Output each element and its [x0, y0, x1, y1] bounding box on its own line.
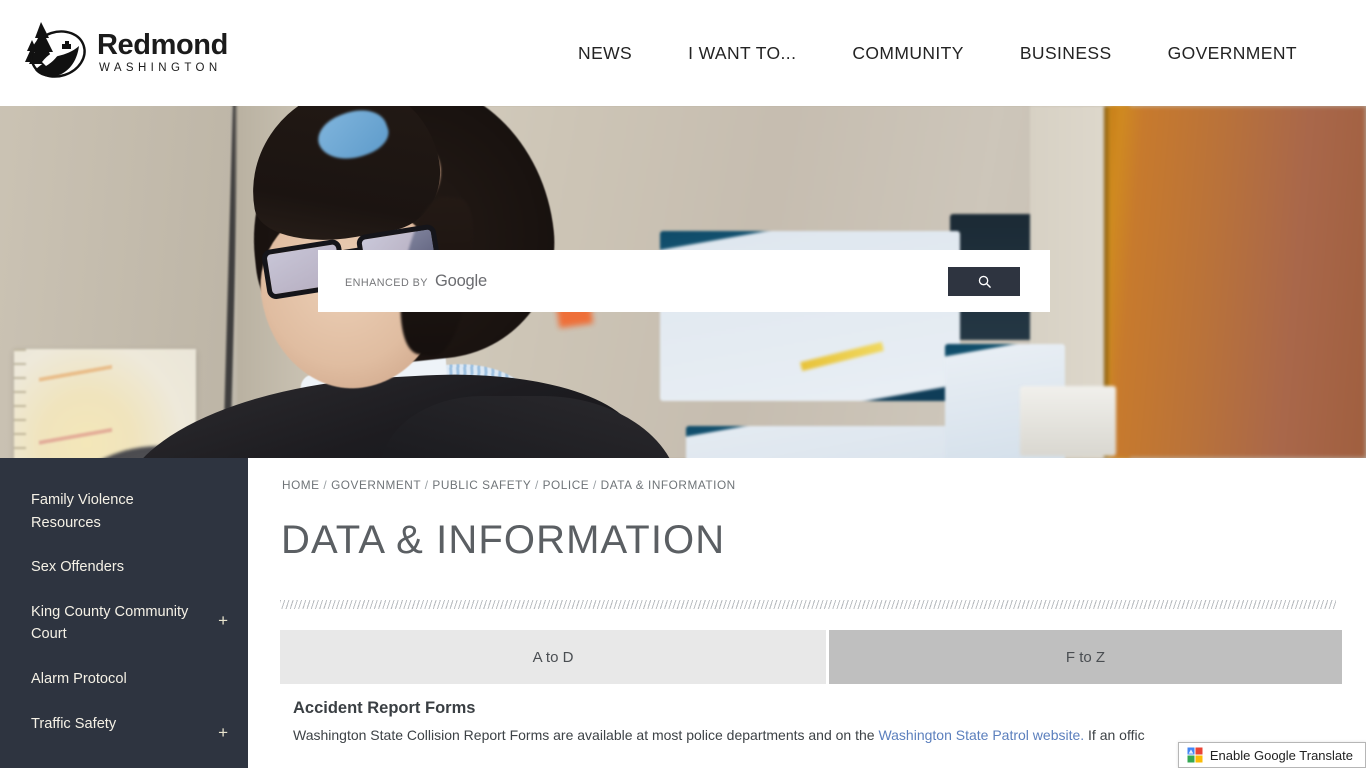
site-header: Redmond WASHINGTON NEWS I WANT TO... COM… — [0, 0, 1366, 106]
sidebar-item-sex-offenders[interactable]: Sex Offenders — [0, 545, 248, 590]
sidebar-item-alarm-protocol[interactable]: Alarm Protocol — [0, 657, 248, 702]
sidebar-item-king-county-community-court[interactable]: King County Community Court + — [0, 590, 248, 657]
breadcrumb-government[interactable]: GOVERNMENT — [331, 478, 421, 492]
expand-plus-icon[interactable]: + — [218, 724, 228, 741]
nav-government[interactable]: GOVERNMENT — [1140, 33, 1325, 74]
breadcrumb-separator: / — [593, 478, 597, 492]
breadcrumb-police[interactable]: POLICE — [543, 478, 590, 492]
article-heading: Accident Report Forms — [293, 699, 476, 717]
search-icon — [978, 275, 991, 288]
tab-f-to-z[interactable]: F to Z — [829, 630, 1342, 684]
site-logo[interactable]: Redmond WASHINGTON — [22, 10, 228, 96]
breadcrumb-current: DATA & INFORMATION — [600, 478, 736, 492]
article-accident-report-forms: Accident Report Forms Washington State C… — [293, 699, 1333, 746]
washington-state-patrol-link[interactable]: Washington State Patrol website. — [878, 727, 1084, 743]
main-content: HOME / GOVERNMENT / PUBLIC SAFETY / POLI… — [248, 458, 1366, 768]
article-text-after: If an offic — [1084, 727, 1145, 743]
sidebar-item-traffic-safety[interactable]: Traffic Safety + — [0, 702, 248, 752]
enable-google-translate-button[interactable]: Enable Google Translate — [1177, 742, 1366, 768]
article-text-before: Washington State Collision Report Forms … — [293, 727, 879, 743]
sidebar-item-label: King County Community Court — [31, 603, 189, 643]
breadcrumb-separator: / — [323, 478, 328, 492]
expand-plus-icon[interactable]: + — [218, 612, 228, 629]
nav-news[interactable]: NEWS — [550, 33, 660, 74]
translate-label: Enable Google Translate — [1209, 747, 1353, 763]
content-tabs: A to D F to Z — [280, 630, 1342, 684]
google-translate-icon — [1187, 747, 1203, 763]
google-search-box[interactable]: ENHANCED BY Google — [318, 250, 1050, 312]
tab-a-to-d[interactable]: A to D — [280, 630, 826, 684]
breadcrumb-separator: / — [424, 478, 429, 492]
logo-subtitle: WASHINGTON — [99, 62, 222, 75]
sidebar-item-label: Alarm Protocol — [31, 671, 127, 688]
section-divider — [280, 600, 1336, 609]
search-input[interactable] — [318, 250, 948, 312]
page-title: DATA & INFORMATION — [281, 518, 726, 562]
sidebar-navigation: Family Violence Resources Sex Offenders … — [0, 458, 248, 768]
sidebar-item-family-violence-resources[interactable]: Family Violence Resources — [0, 478, 248, 545]
redmond-mountain-logo-icon — [25, 22, 86, 78]
breadcrumb-separator: / — [534, 478, 539, 492]
search-submit-button[interactable] — [948, 266, 1020, 296]
nav-business[interactable]: BUSINESS — [992, 33, 1140, 74]
logo-name: Redmond — [97, 29, 228, 62]
breadcrumb: HOME / GOVERNMENT / PUBLIC SAFETY / POLI… — [282, 478, 1366, 492]
sidebar-item-label: Sex Offenders — [31, 559, 125, 576]
nav-community[interactable]: COMMUNITY — [824, 33, 992, 74]
sidebar-item-label: Traffic Safety — [31, 715, 117, 732]
nav-i-want-to[interactable]: I WANT TO... — [660, 33, 824, 74]
main-navigation: NEWS I WANT TO... COMMUNITY BUSINESS GOV… — [550, 33, 1325, 74]
sidebar-item-label: Family Violence Resources — [31, 492, 134, 531]
hero-banner: ENHANCED BY Google — [0, 106, 1366, 458]
breadcrumb-public-safety[interactable]: PUBLIC SAFETY — [432, 478, 531, 492]
breadcrumb-home[interactable]: HOME — [282, 478, 320, 492]
